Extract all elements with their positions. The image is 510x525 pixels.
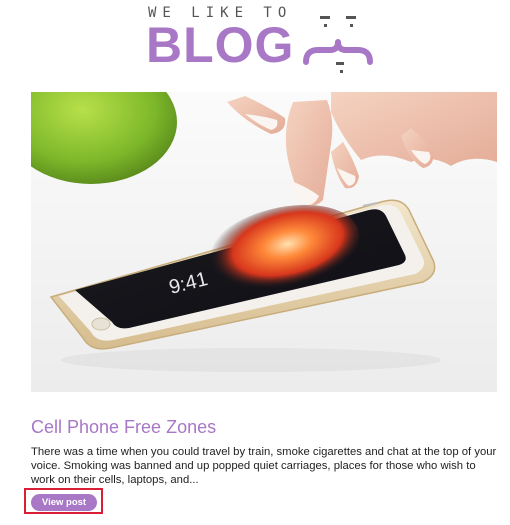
post-excerpt: There was a time when you could travel b… bbox=[31, 446, 497, 487]
post-featured-image[interactable]: 9:41 bbox=[31, 92, 497, 392]
site-logo[interactable]: WE LIKE TO BLOG bbox=[0, 0, 510, 80]
logo-wordmark: BLOG bbox=[146, 17, 295, 73]
post-title[interactable]: Cell Phone Free Zones bbox=[31, 417, 216, 438]
blog-page: WE LIKE TO BLOG 9:41 Cell Phone Free Zon… bbox=[0, 0, 510, 525]
smartphone-photo: 9:41 bbox=[31, 92, 497, 392]
view-post-button[interactable]: View post bbox=[31, 494, 97, 511]
winking-face-icon bbox=[303, 16, 373, 73]
